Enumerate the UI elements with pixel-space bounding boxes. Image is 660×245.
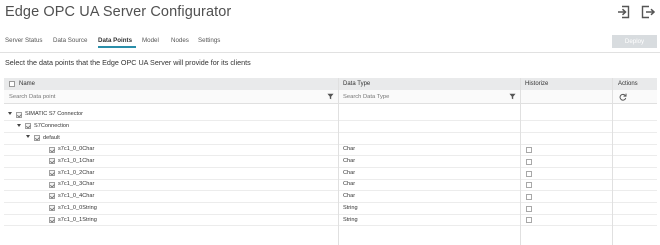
row-data-type: Char (343, 193, 356, 200)
name-search-input[interactable] (6, 91, 326, 103)
table-row[interactable]: s7c1_0_4Char Char (4, 191, 657, 204)
historize-checkbox[interactable] (526, 158, 532, 165)
import-icon[interactable] (617, 5, 631, 19)
table-row[interactable]: SIMATIC S7 Connector (4, 109, 657, 122)
table-row[interactable]: s7c1_0_0Char Char (4, 144, 657, 157)
row-data-type: Char (343, 181, 356, 188)
row-checkbox[interactable] (49, 205, 55, 212)
expand-toggle-icon[interactable] (26, 135, 30, 139)
historize-checkbox[interactable] (526, 217, 532, 224)
deploy-button[interactable]: Deploy (612, 35, 657, 48)
nav-model[interactable]: Model (142, 37, 159, 44)
filter-icon[interactable] (327, 93, 334, 100)
select-all-checkbox[interactable] (9, 81, 15, 87)
table-row[interactable]: s7c1_0_1Char Char (4, 156, 657, 168)
nav-data-source[interactable]: Data Source (53, 37, 87, 44)
historize-checkbox[interactable] (526, 182, 532, 189)
nav-settings[interactable]: Settings (198, 37, 220, 44)
app-title: Edge OPC UA Server Configurator (5, 4, 232, 20)
historize-checkbox[interactable] (526, 147, 532, 154)
filter-row (4, 90, 657, 104)
nav-server-status[interactable]: Server Status (5, 37, 43, 44)
table-row[interactable]: s7c1_0_2Char Char (4, 168, 657, 180)
row-name: default (43, 134, 60, 141)
row-data-type: String (343, 216, 358, 223)
row-checkbox[interactable] (49, 216, 55, 223)
row-checkbox[interactable] (49, 193, 55, 200)
row-name: SIMATIC S7 Connector (25, 111, 84, 118)
row-name: S7Connection (34, 122, 70, 129)
row-name: s7c1_0_3Char (58, 181, 95, 188)
nav-data-points[interactable]: Data Points (98, 37, 132, 44)
divider (0, 52, 660, 53)
row-checkbox[interactable] (49, 181, 55, 188)
expand-toggle-icon[interactable] (8, 112, 12, 115)
exit-icon[interactable] (641, 5, 656, 19)
type-search-input[interactable] (340, 91, 505, 103)
row-checkbox[interactable] (49, 158, 55, 165)
row-checkbox[interactable] (49, 146, 55, 153)
refresh-icon[interactable] (619, 93, 627, 101)
data-points-table: Name Data Type Historize Actions SIMATIC… (4, 78, 657, 245)
active-tab-indicator (98, 46, 136, 48)
row-checkbox[interactable] (34, 134, 40, 141)
row-data-type: Char (343, 158, 356, 165)
historize-checkbox[interactable] (526, 193, 532, 200)
main-nav: Server Status Data Source Data Points Mo… (0, 35, 660, 51)
nav-nodes[interactable]: Nodes (171, 37, 189, 44)
row-checkbox[interactable] (49, 170, 55, 176)
table-row[interactable]: s7c1_0_3Char Char (4, 179, 657, 192)
table-row[interactable]: S7Connection (4, 121, 657, 133)
table-row[interactable]: s7c1_0_0String String (4, 203, 657, 215)
app-header: Edge OPC UA Server Configurator (0, 0, 660, 30)
historize-checkbox[interactable] (526, 170, 532, 177)
table-header: Name Data Type Historize Actions (4, 78, 657, 90)
row-name: s7c1_0_2Char (58, 169, 95, 176)
row-data-type: Char (343, 169, 356, 176)
page-description: Select the data points that the Edge OPC… (5, 58, 251, 67)
row-name: s7c1_0_0Char (58, 146, 95, 153)
row-name: s7c1_0_1String (58, 216, 97, 223)
row-checkbox[interactable] (25, 123, 31, 130)
row-name: s7c1_0_0String (58, 204, 97, 211)
column-actions-header: Actions (618, 81, 638, 87)
row-checkbox[interactable] (16, 111, 22, 118)
column-name-header[interactable]: Name (19, 81, 35, 87)
row-name: s7c1_0_1Char (58, 158, 95, 165)
row-name: s7c1_0_4Char (58, 193, 95, 200)
row-data-type: String (343, 204, 358, 211)
filter-icon[interactable] (509, 93, 516, 100)
historize-checkbox[interactable] (526, 205, 532, 212)
table-row[interactable]: default (4, 132, 657, 145)
row-data-type: Char (343, 146, 356, 153)
expand-toggle-icon[interactable] (17, 123, 21, 127)
table-row[interactable]: s7c1_0_1String String (4, 214, 657, 227)
column-historize-header[interactable]: Historize (525, 81, 548, 87)
column-type-header[interactable]: Data Type (343, 81, 370, 87)
